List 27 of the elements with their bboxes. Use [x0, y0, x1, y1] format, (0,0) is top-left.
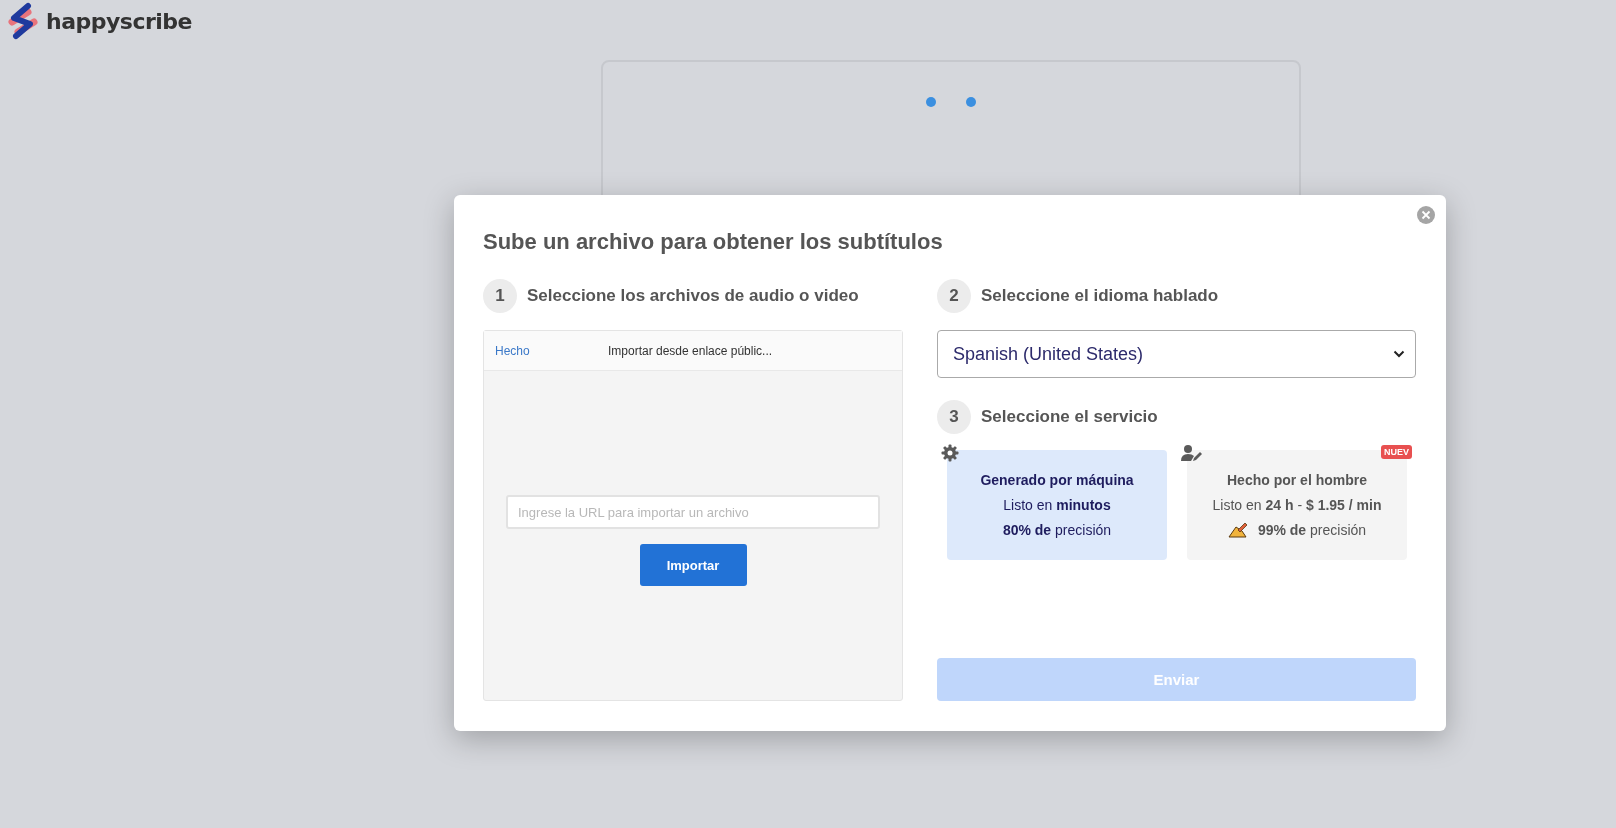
logo-icon [6, 2, 40, 40]
panel-title: Importar desde enlace públic... [608, 343, 773, 358]
step-number: 3 [937, 400, 971, 434]
service-title: Hecho por el hombre [1227, 472, 1367, 488]
writing-hand-icon [1227, 522, 1248, 538]
dialog-title: Sube un archivo para obtener los subtítulos [483, 229, 944, 255]
service-accuracy: 99% de precisión [1257, 522, 1367, 538]
service-speed: Listo en 24 h - $ 1.95 / min [1212, 497, 1382, 513]
done-link[interactable]: Hecho [495, 343, 608, 358]
language-dropdown[interactable]: Spanish (United States) [937, 330, 1416, 378]
service-option[interactable]: Generado por máquina Listo en minutos 80% de precisión [947, 450, 1167, 560]
step-label: Seleccione el idioma hablado [981, 286, 1219, 306]
service-speed: Listo en minutos [1003, 497, 1111, 513]
caret-icon [1393, 350, 1405, 358]
logo-wordmark: happyscribe [46, 8, 193, 34]
step-label: Seleccione el servicio [981, 407, 1158, 427]
step-number: 1 [483, 279, 517, 313]
service-accuracy: 80% de precisión [1002, 522, 1112, 538]
url-input-field[interactable]: Ingrese la URL para importar un archivo [506, 495, 880, 529]
loading-dots-icon [925, 96, 977, 108]
service-title: Generado por máquina [980, 472, 1134, 488]
close-icon[interactable] [1417, 206, 1435, 224]
step-label: Seleccione los archivos de audio o video [527, 286, 859, 306]
new-badge: NUEV [1381, 445, 1412, 459]
person-pencil-icon [1181, 444, 1203, 462]
import-button[interactable]: Importar [639, 544, 747, 586]
step-number: 2 [937, 279, 971, 313]
